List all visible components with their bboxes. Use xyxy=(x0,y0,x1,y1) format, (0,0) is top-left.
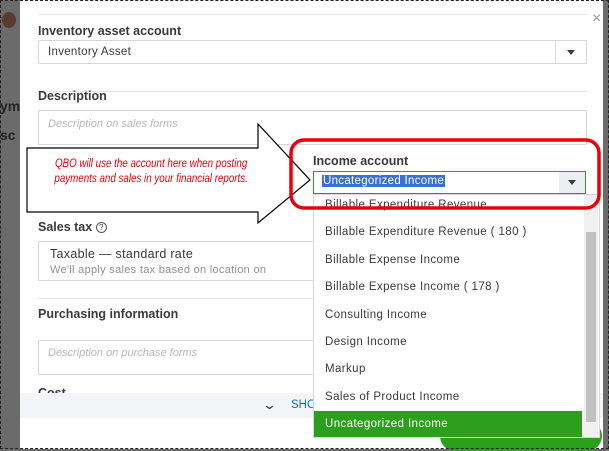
callout-arrow xyxy=(26,122,601,225)
highlight-box xyxy=(289,138,601,210)
callout-text: QBO will use the account here when posti… xyxy=(54,158,248,185)
